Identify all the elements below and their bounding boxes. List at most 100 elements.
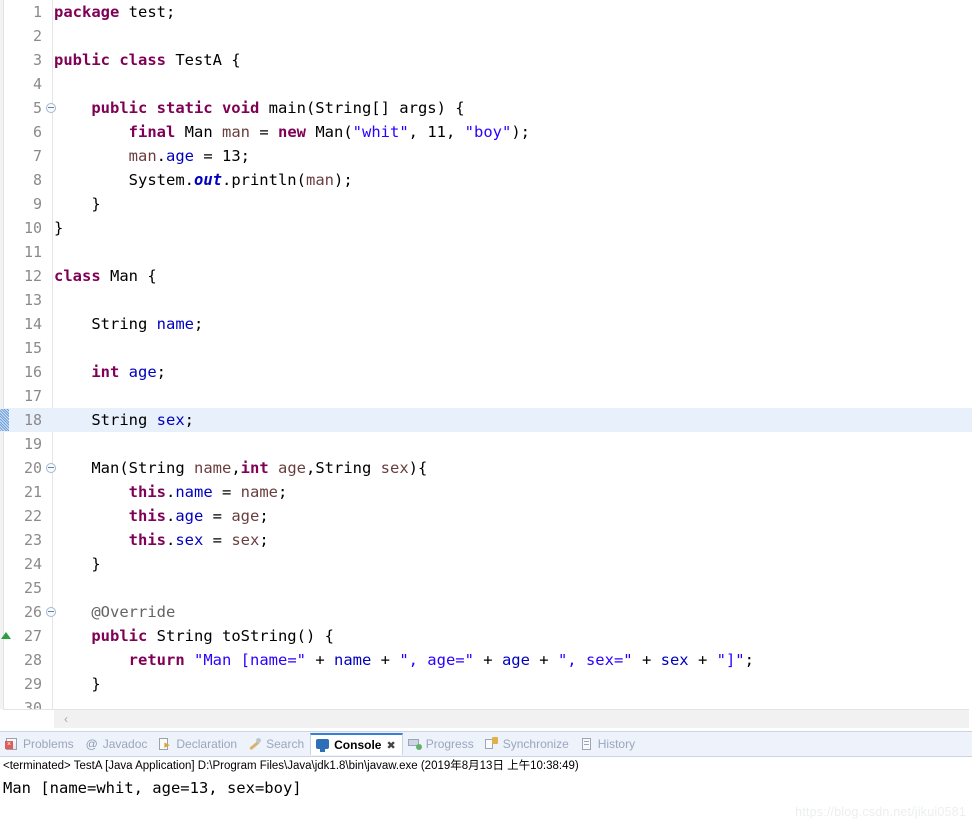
code-line[interactable]: 13: [0, 288, 972, 312]
code-line[interactable]: 3 public class TestA {: [0, 48, 972, 72]
code-token: .: [165, 483, 176, 501]
code-token: .println(: [221, 171, 306, 189]
code-line[interactable]: 26 @Override: [0, 600, 972, 624]
code-token: age: [231, 507, 260, 525]
tab-history[interactable]: History: [575, 733, 641, 756]
tab-problems[interactable]: Problems: [0, 733, 80, 756]
code-token: sex: [156, 411, 185, 429]
code-token: =: [212, 483, 241, 501]
code-line[interactable]: 12 class Man {: [0, 264, 972, 288]
code-token: );: [511, 123, 531, 141]
line-number: 15: [23, 339, 42, 357]
code-line[interactable]: 4: [0, 72, 972, 96]
code-line[interactable]: 1 package test;: [0, 0, 972, 24]
line-number: 3: [32, 51, 42, 69]
line-number: 5: [32, 99, 42, 117]
tab-label: Declaration: [176, 737, 238, 751]
code-line[interactable]: 5 public static void main(String[] args)…: [0, 96, 972, 120]
code-line-text: class Man {: [54, 264, 157, 288]
search-icon: [248, 737, 262, 751]
line-number: 27: [23, 627, 42, 645]
line-number: 9: [32, 195, 42, 213]
code-line-text: public static void main(String[] args) {: [54, 96, 464, 120]
code-token: public static void: [91, 99, 260, 117]
code-line[interactable]: 8 System.out.println(man);: [0, 168, 972, 192]
tab-search[interactable]: Search: [243, 733, 310, 756]
code-line-text: System.out.println(man);: [54, 168, 353, 192]
code-token: System.: [54, 171, 194, 189]
code-token: +: [473, 651, 502, 669]
code-line-text: }: [54, 192, 100, 216]
java-editor[interactable]: 1 package test; 2 3 public class TestA {4 5 p…: [0, 0, 972, 731]
tab-declaration[interactable]: Declaration: [153, 733, 243, 756]
bottom-view-tabbar[interactable]: Problems Javadoc Declaration Search Console ✖…: [0, 731, 972, 757]
code-area[interactable]: 1 package test; 2 3 public class TestA {4 5 p…: [0, 0, 972, 717]
code-token: String: [54, 315, 157, 333]
line-number: 26: [23, 603, 42, 621]
code-token: ,String: [306, 459, 381, 477]
close-icon[interactable]: ✖: [386, 739, 395, 752]
code-token: String toString() {: [147, 627, 334, 645]
code-token: class: [54, 267, 101, 285]
javadoc-icon: [85, 737, 99, 751]
code-line[interactable]: 10}: [0, 216, 972, 240]
code-line[interactable]: 28 return "Man [name=" + name + ", age="…: [0, 648, 972, 672]
code-line[interactable]: 9 }: [0, 192, 972, 216]
code-line[interactable]: 21 this.name = name;: [0, 480, 972, 504]
code-line-text: final Man man = new Man("whit", 11, "boy…: [54, 120, 530, 144]
code-line[interactable]: 16 int age;: [0, 360, 972, 384]
code-line[interactable]: 18 String sex;: [0, 408, 972, 432]
code-token: public: [91, 627, 148, 645]
console-launch-status: <terminated> TestA [Java Application] D:…: [0, 756, 972, 776]
progress-icon: [407, 737, 422, 751]
code-line[interactable]: 11: [0, 240, 972, 264]
code-token: out: [193, 171, 222, 189]
code-line[interactable]: 20 Man(String name,int age,String sex){: [0, 456, 972, 480]
code-token: TestA {: [165, 51, 241, 69]
code-line-text: this.sex = sex;: [54, 528, 269, 552]
code-line[interactable]: 27 public String toString() {: [0, 624, 972, 648]
scroll-left-chevron-icon[interactable]: ‹: [59, 711, 73, 728]
line-number: 7: [32, 147, 42, 165]
code-line[interactable]: 15: [0, 336, 972, 360]
code-token: ", sex=": [557, 651, 633, 669]
code-token: );: [333, 171, 353, 189]
code-line[interactable]: 25: [0, 576, 972, 600]
code-token: ;: [193, 315, 204, 333]
code-line[interactable]: 6 final Man man = new Man("whit", 11, "b…: [0, 120, 972, 144]
code-line[interactable]: 24 }: [0, 552, 972, 576]
tab-progress[interactable]: Progress: [403, 733, 480, 756]
code-line-text: }: [54, 672, 100, 696]
synchronize-icon: [484, 737, 499, 751]
code-line[interactable]: 23 this.sex = sex;: [0, 528, 972, 552]
code-line[interactable]: 17: [0, 384, 972, 408]
line-number: 18: [23, 411, 42, 429]
code-token: .: [165, 507, 176, 525]
tab-javadoc[interactable]: Javadoc: [80, 733, 154, 756]
code-line[interactable]: 29 }: [0, 672, 972, 696]
code-token: }: [54, 555, 101, 573]
tab-label: Javadoc: [102, 737, 148, 751]
line-number: 4: [32, 75, 42, 93]
code-token: final: [128, 123, 176, 141]
code-token: .: [156, 147, 166, 165]
line-number: 12: [23, 267, 42, 285]
tab-synchronize[interactable]: Synchronize: [480, 733, 575, 756]
code-token: +: [632, 651, 661, 669]
code-line[interactable]: 7 man.age = 13;: [0, 144, 972, 168]
code-token: ;: [156, 363, 167, 381]
code-line[interactable]: 22 this.age = age;: [0, 504, 972, 528]
code-token: ,: [231, 459, 241, 477]
tab-console[interactable]: Console ✖: [310, 733, 403, 755]
code-line[interactable]: 14 String name;: [0, 312, 972, 336]
code-token: return: [128, 651, 185, 669]
editor-horizontal-scrollbar[interactable]: ‹: [3, 709, 969, 729]
code-line[interactable]: 19: [0, 432, 972, 456]
code-token: name: [333, 651, 372, 669]
code-token: =: [203, 507, 232, 525]
code-token: new: [278, 123, 306, 141]
code-token: age: [166, 147, 194, 165]
code-line[interactable]: 2: [0, 24, 972, 48]
